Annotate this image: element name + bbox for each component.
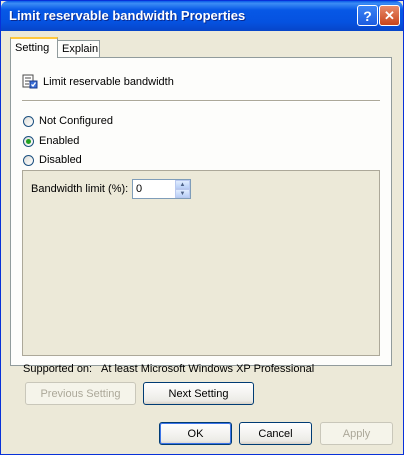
separator xyxy=(22,100,380,102)
window-title: Limit reservable bandwidth Properties xyxy=(9,8,246,23)
help-button[interactable]: ? xyxy=(357,5,378,26)
next-setting-button[interactable]: Next Setting xyxy=(143,382,254,405)
bandwidth-limit-stepper[interactable]: ▲ ▼ xyxy=(132,179,191,199)
radio-circle-checked[interactable] xyxy=(23,135,34,147)
radio-disabled[interactable]: Disabled xyxy=(23,153,82,167)
tab-explain-label: Explain xyxy=(62,43,99,55)
tab-setting-label: Setting xyxy=(15,42,50,54)
tab-setting[interactable]: Setting xyxy=(10,37,58,58)
radio-enabled-label: Enabled xyxy=(39,135,80,147)
radio-enabled[interactable]: Enabled xyxy=(23,134,79,148)
radio-circle[interactable] xyxy=(23,154,34,166)
cancel-button[interactable]: Cancel xyxy=(239,422,312,445)
supported-on-value: At least Microsoft Windows XP Profession… xyxy=(101,363,315,375)
radio-dot xyxy=(26,138,31,144)
radio-not-configured-label: Not Configured xyxy=(39,115,113,127)
help-icon: ? xyxy=(363,7,372,24)
spin-down-button[interactable]: ▼ xyxy=(175,189,190,198)
close-button[interactable]: ✕ xyxy=(379,5,400,26)
radio-not-configured[interactable]: Not Configured xyxy=(23,114,113,128)
policy-title: Limit reservable bandwidth xyxy=(43,76,174,88)
ok-button[interactable]: OK xyxy=(159,422,232,445)
radio-disabled-label: Disabled xyxy=(39,154,82,166)
previous-setting-button[interactable]: Previous Setting xyxy=(25,382,136,405)
policy-setting-icon xyxy=(22,74,38,89)
apply-button[interactable]: Apply xyxy=(320,422,393,445)
bandwidth-limit-label: Bandwidth limit (%): xyxy=(31,183,129,195)
spin-up-button[interactable]: ▲ xyxy=(175,180,190,189)
tab-explain[interactable]: Explain xyxy=(57,40,100,57)
chevron-up-icon: ▲ xyxy=(179,181,186,188)
title-bar[interactable]: Limit reservable bandwidth Properties ? … xyxy=(1,1,403,31)
close-icon: ✕ xyxy=(384,7,395,23)
radio-circle[interactable] xyxy=(23,115,34,127)
supported-on-label: Supported on: xyxy=(23,363,93,375)
bandwidth-limit-input[interactable] xyxy=(136,183,172,196)
options-panel xyxy=(22,170,380,356)
chevron-down-icon: ▼ xyxy=(179,190,186,197)
